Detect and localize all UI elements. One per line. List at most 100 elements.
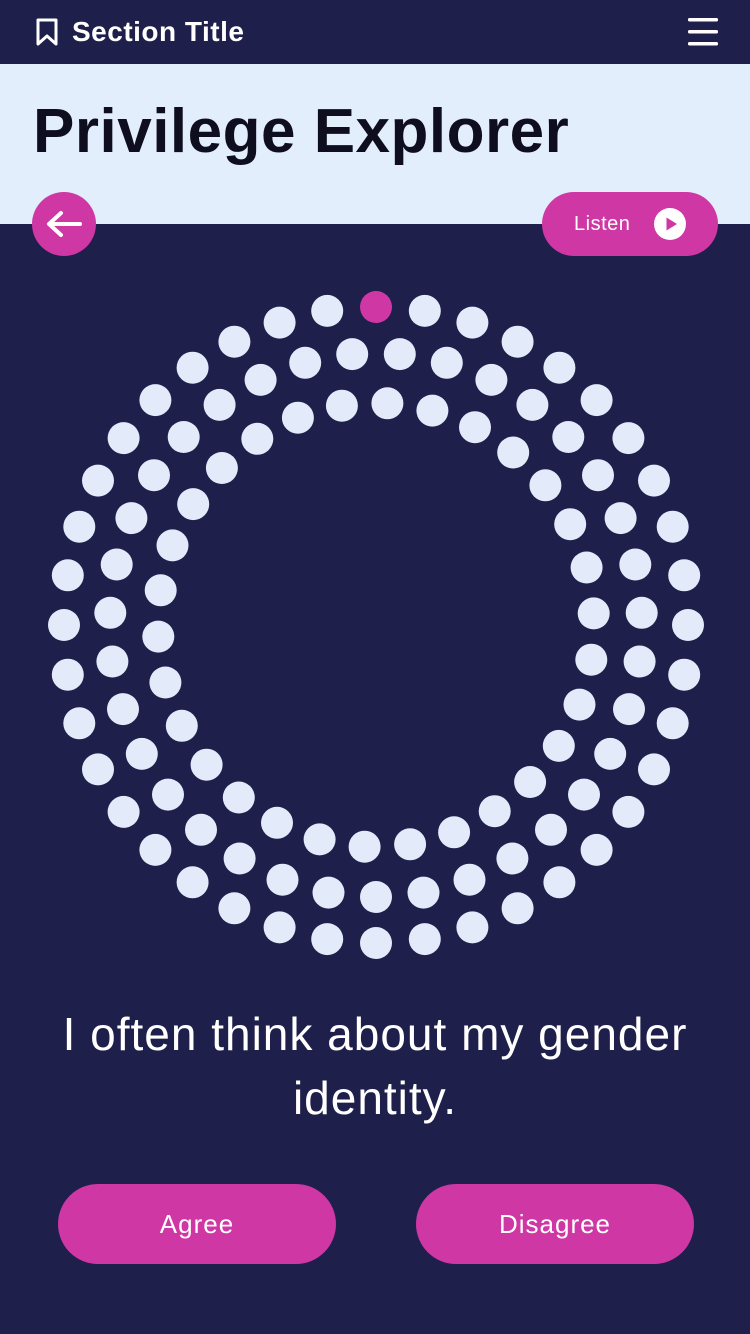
progress-dot <box>612 422 645 455</box>
progress-dot <box>263 306 296 339</box>
progress-dot <box>453 863 486 896</box>
progress-dot <box>311 923 344 956</box>
progress-dot <box>144 574 177 607</box>
progress-dot <box>416 394 449 427</box>
progress-dot <box>218 892 251 925</box>
progress-dot <box>575 643 608 676</box>
progress-dot <box>360 881 392 913</box>
progress-dot <box>668 658 701 691</box>
progress-dot <box>51 559 84 592</box>
progress-dot <box>218 325 251 358</box>
progress-dot <box>554 508 587 541</box>
progress-dot <box>48 609 80 641</box>
progress-dot <box>100 548 133 581</box>
progress-dot <box>139 833 172 866</box>
progress-dot <box>478 795 511 828</box>
progress-dot <box>394 828 427 861</box>
progress-dot <box>501 325 534 358</box>
progress-dot <box>497 436 530 469</box>
progress-dot <box>138 459 170 492</box>
progress-dot <box>516 388 549 421</box>
progress-dot <box>430 346 463 379</box>
progress-dot <box>577 597 610 630</box>
hamburger-menu-icon[interactable] <box>686 16 720 48</box>
progress-dot <box>580 384 613 417</box>
progress-dot <box>63 707 96 740</box>
progress-dot <box>612 795 645 828</box>
top-bar: Section Title <box>0 0 750 64</box>
section-title[interactable]: Section Title <box>34 14 244 50</box>
progress-dot <box>580 833 613 866</box>
page-title: Privilege Explorer <box>33 97 570 166</box>
progress-dot <box>371 387 404 420</box>
progress-dot <box>311 294 344 327</box>
progress-dot <box>115 502 148 535</box>
progress-dot <box>107 795 140 828</box>
progress-dot <box>176 351 209 384</box>
progress-dot <box>582 459 614 492</box>
progress-dot <box>107 693 139 726</box>
progress-dot <box>177 488 210 521</box>
progress-dot <box>408 923 441 956</box>
progress-dot <box>514 766 547 798</box>
progress-dot <box>244 363 277 396</box>
progress-dot <box>360 927 392 959</box>
progress-dot <box>501 892 534 925</box>
progress-dot <box>203 388 236 421</box>
progress-dot <box>668 559 701 592</box>
progress-dot <box>638 464 670 497</box>
progress-dot <box>348 830 381 863</box>
agree-button[interactable]: Agree <box>58 1184 336 1264</box>
progress-dot <box>281 401 314 434</box>
progress-dot <box>475 363 508 396</box>
progress-dot <box>604 502 637 535</box>
progress-dot <box>185 813 217 846</box>
progress-dot <box>107 422 140 455</box>
progress-dot-current <box>360 291 392 323</box>
progress-dot <box>543 351 576 384</box>
bookmark-icon <box>36 18 58 46</box>
progress-dot <box>535 813 567 846</box>
progress-dot <box>165 709 198 742</box>
progress-dot <box>563 688 596 721</box>
progress-dot <box>205 452 238 484</box>
progress-dot <box>223 842 256 875</box>
progress-dot <box>594 737 627 770</box>
progress-dot <box>142 620 175 653</box>
progress-dot <box>176 866 209 899</box>
listen-label: Listen <box>574 213 631 235</box>
progress-dot <box>149 666 182 699</box>
progress-dot <box>263 911 296 944</box>
progress-dot <box>336 338 369 371</box>
progress-dot <box>303 823 336 856</box>
progress-dot <box>190 748 223 781</box>
progress-dot <box>456 911 489 944</box>
progress-dot <box>542 729 575 762</box>
progress-dot <box>222 781 255 814</box>
section-title-label: Section Title <box>72 16 245 47</box>
question-text: I often think about my gender identity. <box>62 1008 688 1124</box>
progress-dot <box>241 422 274 455</box>
progress-dot <box>383 338 416 371</box>
progress-dot <box>167 421 200 453</box>
listen-button[interactable]: Listen <box>542 192 718 256</box>
arrow-left-icon <box>47 211 82 237</box>
progress-dot <box>438 816 471 849</box>
progress-dot <box>570 551 603 584</box>
back-button[interactable] <box>32 192 96 256</box>
progress-dot <box>459 411 491 444</box>
progress-dot <box>619 548 652 581</box>
progress-dot <box>94 596 127 629</box>
progress-dot <box>625 596 658 629</box>
progress-dot <box>63 510 96 543</box>
progress-dot <box>139 384 172 417</box>
progress-dot <box>125 737 158 770</box>
progress-dot <box>456 306 489 339</box>
progress-dot <box>529 469 562 502</box>
progress-dot <box>552 421 585 453</box>
progress-dot <box>672 609 704 641</box>
progress-dot <box>408 294 441 327</box>
disagree-button[interactable]: Disagree <box>416 1184 694 1264</box>
progress-dot <box>312 876 345 909</box>
progress-dot <box>496 842 529 875</box>
